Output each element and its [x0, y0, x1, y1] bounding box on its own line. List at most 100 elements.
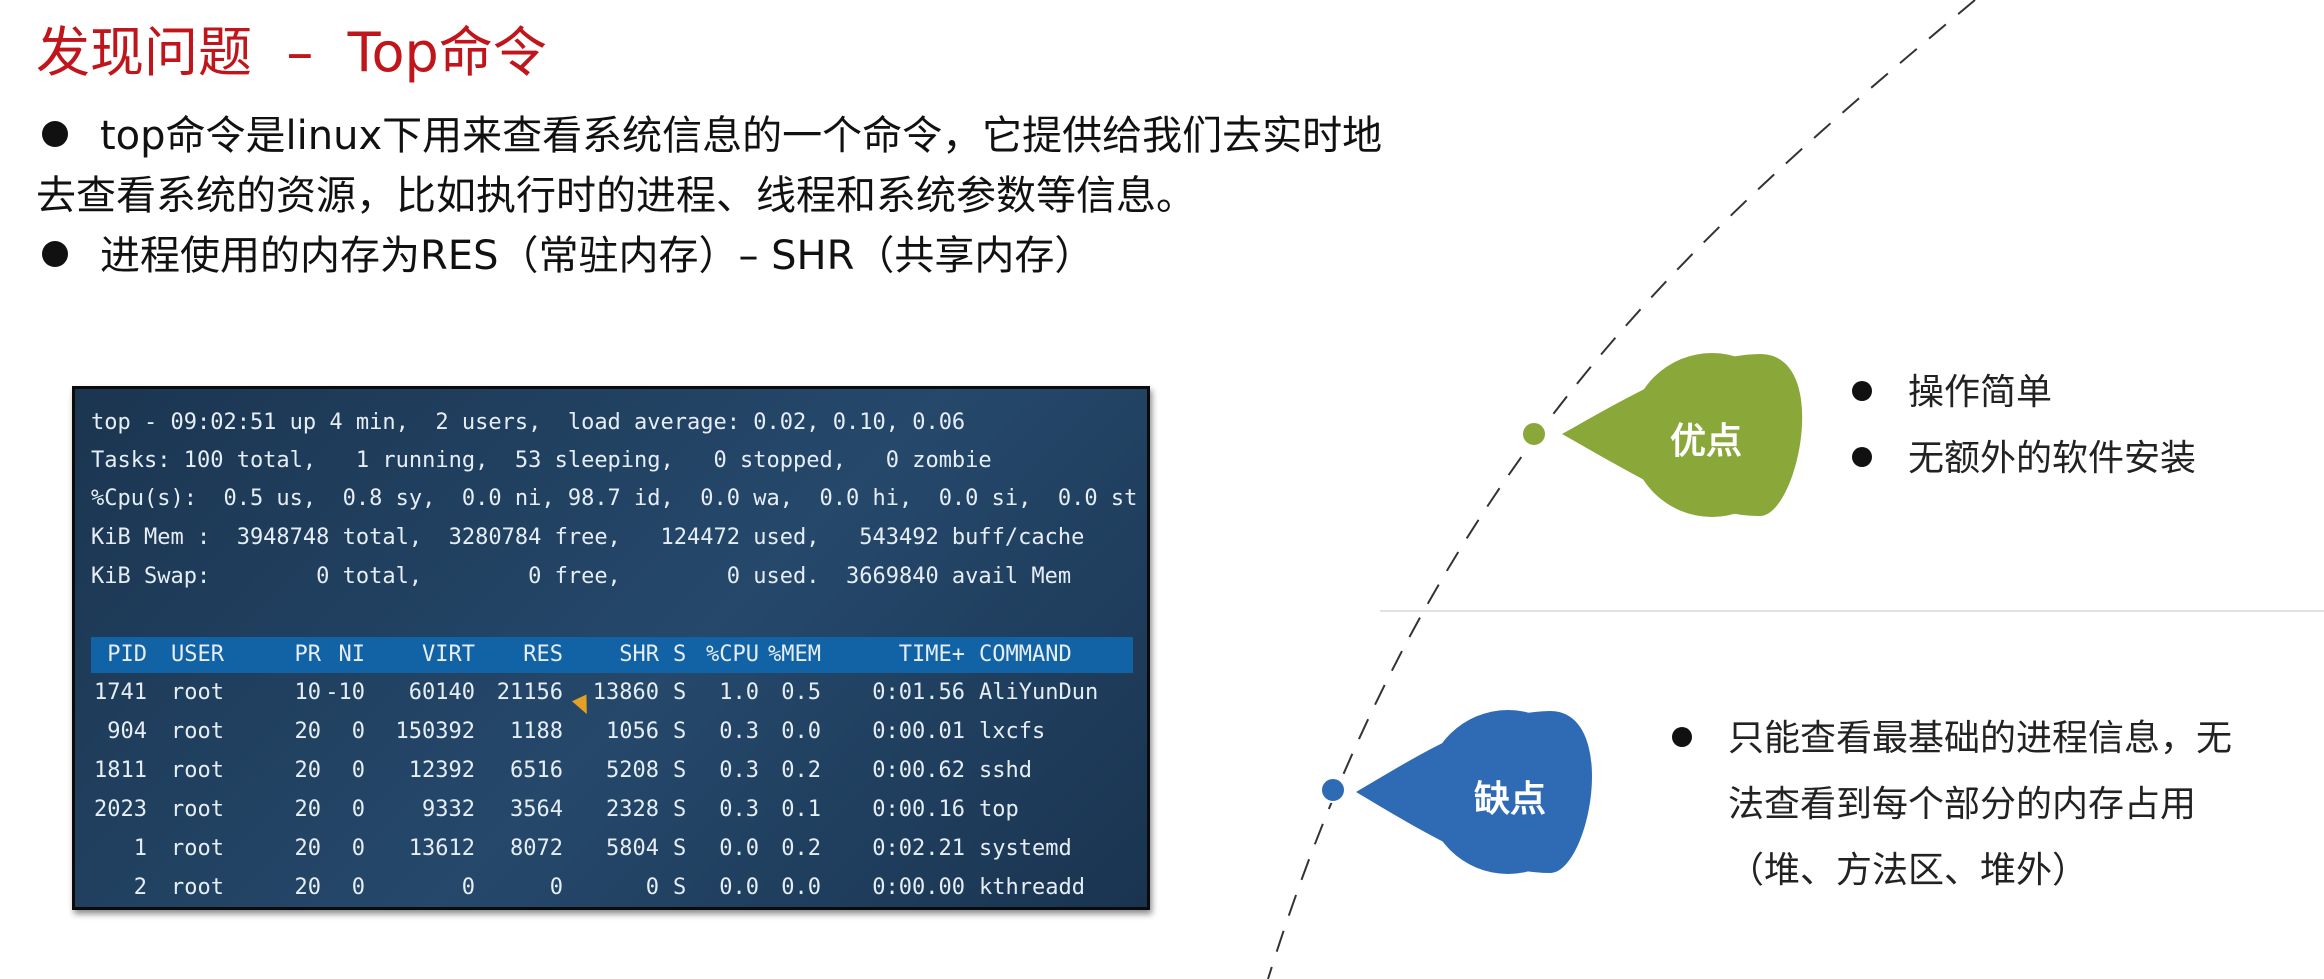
column-header-mem: %MEM	[768, 642, 821, 667]
cell-mem: 0.2	[781, 758, 821, 783]
cons-item-continuation: （堆、方法区、堆外）	[1672, 838, 2232, 904]
column-header-command: COMMAND	[979, 642, 1072, 667]
cell-pr: 10	[294, 680, 322, 705]
bullet-dot-icon	[1852, 447, 1872, 467]
cell-shr: 13860	[592, 680, 659, 705]
cell-command: AliYunDun	[979, 680, 1099, 705]
cell-pid: 904	[107, 719, 147, 744]
cell-res: 6516	[510, 758, 563, 783]
column-header-ni: NI	[338, 642, 366, 667]
cell-state: S	[673, 719, 687, 744]
cons-item-text: （堆、方法区、堆外）	[1728, 850, 2089, 891]
pros-item-text: 操作简单	[1908, 372, 2053, 413]
cell-virt: 0	[461, 875, 475, 900]
summary-line: top - 09:02:51 up 4 min, 2 users, load a…	[91, 410, 966, 435]
bullet-dot-icon	[42, 121, 68, 147]
cell-shr: 2328	[606, 797, 659, 822]
cell-user: root	[171, 797, 224, 822]
cell-shr: 5804	[606, 836, 659, 861]
cell-ni: 0	[351, 875, 365, 900]
cell-pr: 20	[294, 836, 322, 861]
bullet-dot-icon	[1672, 727, 1692, 747]
cell-virt: 9332	[422, 797, 475, 822]
cell-time: 0:02.21	[872, 836, 965, 861]
cell-pid: 2	[133, 875, 147, 900]
cell-cpu: 0.3	[719, 758, 759, 783]
cell-time: 0:00.16	[872, 797, 965, 822]
cell-ni: 0	[351, 797, 365, 822]
pros-list: 操作简单 无额外的软件安装	[1852, 360, 2196, 492]
cell-state: S	[673, 680, 687, 705]
cell-pr: 20	[294, 719, 322, 744]
bullet-text: top命令是linux下用来查看系统信息的一个命令，它提供给我们去实时地	[100, 113, 1383, 159]
cell-command: systemd	[979, 836, 1072, 861]
cell-cpu: 0.0	[719, 875, 759, 900]
column-header-state: S	[673, 642, 687, 667]
cell-cpu: 0.3	[719, 797, 759, 822]
cell-mem: 0.0	[781, 875, 821, 900]
cell-pid: 1741	[94, 680, 147, 705]
pros-item-text: 无额外的软件安装	[1908, 438, 2197, 479]
column-header-shr: SHR	[619, 642, 659, 667]
cell-shr: 1056	[606, 719, 659, 744]
cons-label: 缺点	[1474, 779, 1547, 820]
bullet-line-2: 去查看系统的资源，比如执行时的进程、线程和系统参数等信息。	[36, 166, 1556, 226]
bullet-line-3: 进程使用的内存为RES（常驻内存）– SHR（共享内存）	[36, 226, 1556, 286]
pros-item: 操作简单	[1852, 360, 2196, 426]
bullet-dot-icon	[42, 241, 68, 267]
summary-line: KiB Swap: 0 total, 0 free, 0 used. 36698…	[91, 564, 1072, 589]
cell-state: S	[673, 875, 687, 900]
cell-cpu: 0.3	[719, 719, 759, 744]
intro-bullets: top命令是linux下用来查看系统信息的一个命令，它提供给我们去实时地 去查看…	[36, 106, 1556, 286]
slide-title: 发现问题 – Top命令	[36, 21, 547, 84]
bullet-text: 进程使用的内存为RES（常驻内存）– SHR（共享内存）	[100, 233, 1095, 279]
cell-command: top	[979, 797, 1019, 822]
cell-shr: 5208	[606, 758, 659, 783]
cons-item-continuation: 法查看到每个部分的内存占用	[1672, 772, 2232, 838]
cell-shr: 0	[645, 875, 659, 900]
cell-cpu: 0.0	[719, 836, 759, 861]
cell-res: 8072	[510, 836, 563, 861]
column-header-time: TIME+	[898, 642, 965, 667]
cell-mem: 0.5	[781, 680, 821, 705]
cell-pid: 1	[133, 836, 147, 861]
summary-line: KiB Mem : 3948748 total, 3280784 free, 1…	[91, 525, 1085, 550]
bullet-line-1: top命令是linux下用来查看系统信息的一个命令，它提供给我们去实时地	[36, 106, 1556, 166]
cell-mem: 0.1	[781, 797, 821, 822]
cell-command: sshd	[979, 758, 1032, 783]
cell-state: S	[673, 836, 687, 861]
cell-mem: 0.2	[781, 836, 821, 861]
cell-ni: 0	[351, 719, 365, 744]
cell-user: root	[171, 719, 224, 744]
cell-time: 0:01.56	[872, 680, 965, 705]
column-header-user: USER	[171, 642, 224, 667]
cons-anchor-dot	[1320, 777, 1346, 803]
summary-line: %Cpu(s): 0.5 us, 0.8 sy, 0.0 ni, 98.7 id…	[91, 486, 1138, 511]
cell-user: root	[171, 836, 224, 861]
cell-virt: 60140	[408, 680, 475, 705]
column-header-cpu: %CPU	[706, 642, 759, 667]
cell-cpu: 1.0	[719, 680, 759, 705]
cell-virt: 12392	[408, 758, 475, 783]
cell-virt: 150392	[395, 719, 475, 744]
cell-pr: 20	[294, 797, 322, 822]
pros-anchor-dot	[1521, 421, 1547, 447]
cell-pid: 1811	[94, 758, 147, 783]
column-header-pr: PR	[294, 642, 322, 667]
cons-item: 只能查看最基础的进程信息，无	[1672, 706, 2232, 772]
cell-state: S	[673, 797, 687, 822]
process-table-header-bar	[91, 637, 1133, 673]
cons-item-text: 只能查看最基础的进程信息，无	[1728, 718, 2233, 759]
bullet-dot-icon	[1852, 381, 1872, 401]
cell-ni: 0	[351, 836, 365, 861]
cell-mem: 0.0	[781, 719, 821, 744]
column-header-res: RES	[523, 642, 563, 667]
top-terminal-screenshot: top - 09:02:51 up 4 min, 2 users, load a…	[72, 386, 1150, 910]
cell-virt: 13612	[408, 836, 475, 861]
cell-ni: -10	[325, 680, 365, 705]
cell-time: 0:00.01	[872, 719, 965, 744]
cell-res: 0	[549, 875, 563, 900]
cell-time: 0:00.62	[872, 758, 965, 783]
pros-item: 无额外的软件安装	[1852, 426, 2196, 492]
cell-ni: 0	[351, 758, 365, 783]
